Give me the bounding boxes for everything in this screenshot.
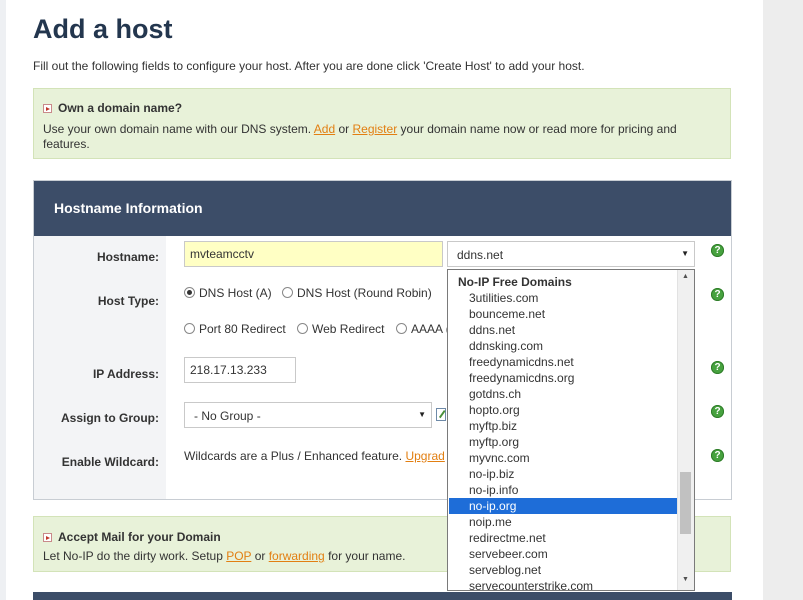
scroll-down-icon[interactable]: ▼ (682, 576, 689, 583)
panel-header: Hostname Information (34, 181, 731, 236)
accept-mail-text: Let No-IP do the dirty work. Setup POP o… (43, 549, 406, 563)
radio-aaaa[interactable]: AAAA ( (396, 322, 450, 336)
page-title: Add a host (33, 14, 173, 44)
domain-select[interactable]: ddns.net ▼ (447, 241, 695, 267)
own-domain-text: Use your own domain name with our DNS sy… (43, 122, 677, 151)
help-icon[interactable]: ? (711, 244, 724, 257)
dropdown-option[interactable]: no-ip.info (469, 483, 518, 497)
help-icon[interactable]: ? (711, 405, 724, 418)
help-icon[interactable]: ? (711, 288, 724, 301)
next-panel-header (33, 592, 732, 600)
content-right-edge (746, 0, 763, 600)
forwarding-link[interactable]: forwarding (269, 549, 325, 563)
add-domain-link[interactable]: Add (314, 122, 335, 136)
dropdown-option[interactable]: freedynamicdns.org (469, 371, 574, 385)
wildcard-label: Enable Wildcard: (61, 455, 159, 469)
radio-circle[interactable] (396, 323, 407, 334)
dropdown-option[interactable]: freedynamicdns.net (469, 355, 574, 369)
accept-mail-heading[interactable]: Accept Mail for your Domain (43, 530, 221, 544)
expand-arrow-icon[interactable] (43, 104, 52, 113)
upgrade-link[interactable]: Upgrad (405, 449, 444, 463)
radio-port-80-redirect[interactable]: Port 80 Redirect (184, 322, 286, 336)
dropdown-option[interactable]: redirectme.net (469, 531, 546, 545)
expand-arrow-icon[interactable] (43, 533, 52, 542)
hostname-input[interactable] (184, 241, 443, 267)
dropdown-option-selected[interactable]: no-ip.org (469, 499, 516, 513)
ip-address-input[interactable] (184, 357, 296, 383)
dropdown-option[interactable]: gotdns.ch (469, 387, 521, 401)
dropdown-option[interactable]: no-ip.biz (469, 467, 514, 481)
panel-title: Hostname Information (54, 200, 203, 216)
radio-circle[interactable] (184, 323, 195, 334)
left-gutter (0, 0, 6, 600)
own-domain-heading[interactable]: Own a domain name? (43, 101, 182, 115)
group-label: Assign to Group: (61, 411, 159, 425)
help-icon[interactable]: ? (711, 449, 724, 462)
dropdown-option[interactable]: noip.me (469, 515, 512, 529)
dropdown-option[interactable]: myvnc.com (469, 451, 530, 465)
dropdown-group-label: No-IP Free Domains (458, 275, 572, 289)
scrollbar-thumb[interactable] (680, 472, 691, 534)
radio-circle[interactable] (297, 323, 308, 334)
chevron-down-icon: ▼ (418, 410, 426, 419)
help-icon[interactable]: ? (711, 361, 724, 374)
dropdown-option[interactable]: bounceme.net (469, 307, 545, 321)
page-intro: Fill out the following fields to configu… (33, 59, 585, 73)
dropdown-option[interactable]: ddns.net (469, 323, 515, 337)
dropdown-option[interactable]: hopto.org (469, 403, 520, 417)
radio-dns-host-round-robin[interactable]: DNS Host (Round Robin) (282, 286, 432, 300)
own-domain-box: Own a domain name? Use your own domain n… (33, 88, 731, 159)
dropdown-option[interactable]: myftp.org (469, 435, 519, 449)
domain-dropdown-list[interactable]: No-IP Free Domains 3utilities.com bounce… (447, 269, 695, 591)
edit-group-icon[interactable] (436, 407, 447, 421)
dropdown-scrollbar[interactable]: ▲ ▼ (677, 270, 694, 590)
radio-circle[interactable] (184, 287, 195, 298)
dropdown-option[interactable]: servebeer.com (469, 547, 548, 561)
pop-link[interactable]: POP (226, 549, 251, 563)
host-type-label: Host Type: (97, 294, 159, 308)
dropdown-option[interactable]: 3utilities.com (469, 291, 538, 305)
dropdown-option[interactable]: serveblog.net (469, 563, 541, 577)
scroll-up-icon[interactable]: ▲ (682, 273, 689, 280)
chevron-down-icon: ▼ (681, 249, 689, 258)
radio-web-redirect[interactable]: Web Redirect (297, 322, 384, 336)
radio-dns-host-a[interactable]: DNS Host (A) (184, 286, 272, 300)
register-domain-link[interactable]: Register (353, 122, 398, 136)
radio-circle[interactable] (282, 287, 293, 298)
dropdown-option[interactable]: servecounterstrike.com (469, 579, 593, 590)
hostname-label: Hostname: (96, 250, 159, 264)
ip-address-label: IP Address: (92, 367, 159, 381)
dropdown-option[interactable]: myftp.biz (469, 419, 517, 433)
group-select[interactable]: - No Group - ▼ (184, 402, 432, 428)
right-gutter (763, 0, 803, 600)
wildcard-text: Wildcards are a Plus / Enhanced feature.… (184, 449, 445, 463)
dropdown-option[interactable]: ddnsking.com (469, 339, 543, 353)
